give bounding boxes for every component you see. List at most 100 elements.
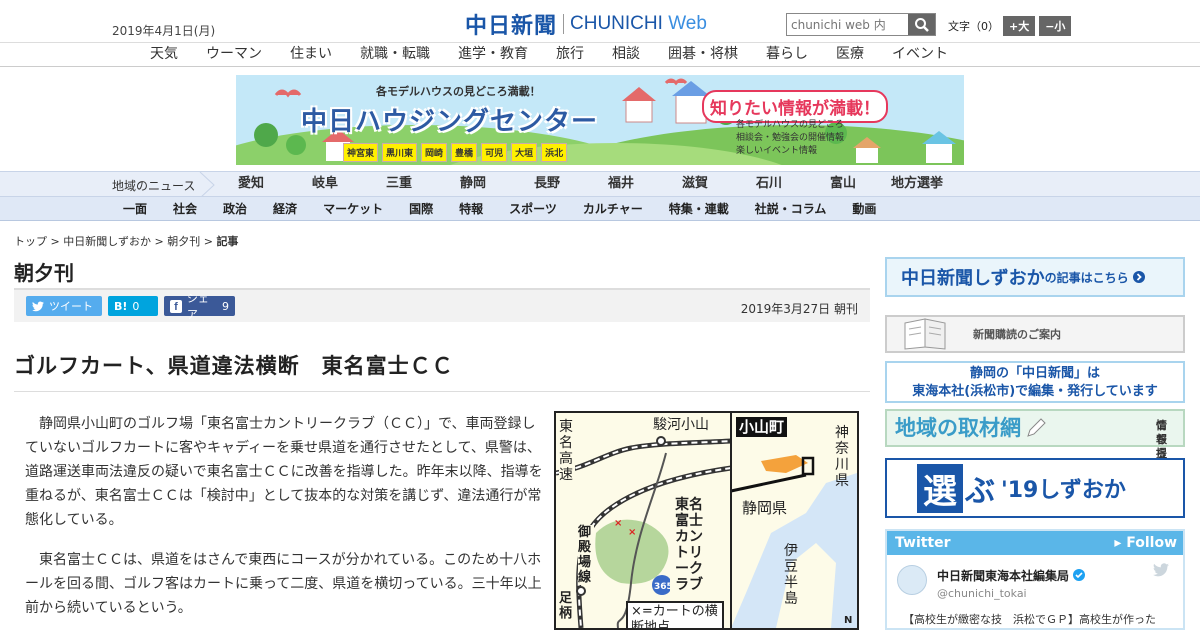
font-smaller-button[interactable]: −小 [1039,16,1072,36]
breadcrumb-shizuoka[interactable]: 中日新聞しずおか [63,235,151,248]
banner-tag: 神宮東 [343,143,379,162]
local-news-network-link[interactable]: 地域の取材網 情報提供はこちらへ [885,409,1185,488]
search-button[interactable] [908,14,935,35]
topnav-go-shogi[interactable]: 囲碁・将棋 [654,43,752,66]
tokai-hq-link[interactable]: 静岡の「中日新聞」は 東海本社(浜松市)で編集・発行しています [885,361,1185,403]
cat-front[interactable]: 一面 [110,197,160,220]
banner-list-item: 楽しいイベント情報 [736,146,818,156]
map-label-shizuoka: 静岡県 [742,499,788,517]
article-body: 静岡県小山町のゴルフ場「東名富士カントリークラブ（ＣＣ）」で、車両登録していない… [25,412,545,636]
region-mie[interactable]: 三重 [362,172,436,196]
verified-icon [1073,569,1086,581]
north-arrow-label: N [844,615,852,626]
site-search [786,13,936,36]
subscribe-title: 新聞購読 [973,328,1017,341]
region-aichi[interactable]: 愛知 [214,172,288,196]
headline-divider [14,391,870,392]
shizuoka-link-sub: の記事はこちら [1044,270,1129,285]
map-label-club: 東名富士カントリークラブ [670,497,708,593]
topnav-travel[interactable]: 旅行 [542,43,598,66]
shizuoka-link-title: 中日新聞しずおか [901,268,1045,289]
top-nav: 天気 ウーマン 住まい 就職・転職 進学・教育 旅行 相談 囲碁・将棋 暮らし … [0,43,1200,67]
banner-list-item: 各モデルハウスの見どころ [736,120,844,130]
breadcrumb-separator: > [203,235,213,248]
banner-tags: 神宮東 黒川東 岡崎 豊橋 可児 大垣 浜北 [343,143,568,162]
banner-tag: 大垣 [511,143,538,162]
cat-culture[interactable]: カルチャー [570,197,656,220]
election-rest: ぶ [965,474,995,509]
cat-society[interactable]: 社会 [160,197,210,220]
region-local-election[interactable]: 地方選挙 [880,172,954,196]
facebook-share-count: 9 [222,299,229,313]
circle-arrow-icon [1132,271,1145,283]
region-gifu[interactable]: 岐阜 [288,172,362,196]
font-size-label: 文字（0） [948,20,999,33]
map-label-station: 駿河小山 [651,417,711,433]
cat-market[interactable]: マーケット [310,197,396,220]
current-date: 2019年4月1日(月) [112,24,216,38]
breadcrumb: トップ > 中日新聞しずおか > 朝夕刊 > 記事 [14,233,238,249]
twitter-widget-title: Twitter [895,535,951,551]
banner-tag: 浜北 [541,143,568,162]
region-toyama[interactable]: 富山 [806,172,880,196]
map-label-line: 御殿場線 [578,525,594,585]
breadcrumb-top[interactable]: トップ [14,235,47,248]
article-paragraph: 東名富士ＣＣは、県道をはさんで東西にコースが分かれている。このため十八ホールを回… [25,552,542,616]
cat-special-report[interactable]: 特報 [446,197,496,220]
topnav-housing[interactable]: 住まい [276,43,346,66]
facebook-share-button[interactable]: f シェア 9 [164,292,235,321]
twitter-follow-button[interactable]: ▸ Follow [1114,535,1177,551]
search-input[interactable] [787,14,908,35]
font-larger-button[interactable]: +大 [1003,16,1036,36]
region-shiga[interactable]: 滋賀 [658,172,732,196]
breadcrumb-separator: > [50,235,60,248]
cat-sports[interactable]: スポーツ [496,197,570,220]
pen-icon [1027,418,1046,437]
tweet-label: ツイート [49,300,93,313]
breadcrumb-edition[interactable]: 朝夕刊 [167,235,200,248]
logo-jp-text: 中日新聞 [465,13,558,39]
cat-international[interactable]: 国際 [396,197,446,220]
topnav-events[interactable]: イベント [878,43,962,66]
article-map[interactable]: × × 365 N 駿河小山 東名高速 東名富士カントリークラブ 御殿場線 足柄… [554,411,859,630]
hatena-bookmark-button[interactable]: B! 0 [108,296,158,316]
tokai-hq-line2: 東海本社(浜松市)で編集・発行しています [912,384,1158,399]
subscribe-link[interactable]: 新聞購読 のご案内 [885,315,1185,353]
twitter-account-name[interactable]: 中日新聞東海本社編集局 [937,567,1086,584]
logo-en-text: CHUNICHI Web [570,13,707,34]
cat-politics[interactable]: 政治 [210,197,260,220]
cat-video[interactable]: 動画 [839,197,889,220]
topnav-living[interactable]: 暮らし [752,43,822,66]
font-size-control: 文字（0） +大 −小 [948,16,1072,36]
region-fukui[interactable]: 福井 [584,172,658,196]
cat-economy[interactable]: 経済 [260,197,310,220]
region-ishikawa[interactable]: 石川 [732,172,806,196]
banner-tag: 可児 [481,143,508,162]
topnav-consult[interactable]: 相談 [598,43,654,66]
region-nagano[interactable]: 長野 [510,172,584,196]
shizuoka-articles-link[interactable]: 中日新聞しずおか の記事はこちら [885,257,1185,297]
hatena-icon: B! [114,299,128,313]
cat-features[interactable]: 特集・連載 [656,197,742,220]
regional-nav-label: 地域のニュース [112,179,196,193]
topnav-woman[interactable]: ウーマン [192,43,276,66]
topnav-medical[interactable]: 医療 [822,43,878,66]
region-shizuoka[interactable]: 静岡 [436,172,510,196]
local-news-title: 地域の取材網 [895,416,1021,440]
election-2019-banner[interactable]: 選 ぶ '19しずおか [885,458,1185,518]
map-label-expressway: 東名高速 [559,419,575,483]
avatar[interactable] [897,565,927,595]
cat-editorial[interactable]: 社説・コラム [742,197,840,220]
tokai-hq-line1: 静岡の「中日新聞」は [969,366,1100,381]
tweet-button[interactable]: ツイート [26,296,102,316]
topnav-education[interactable]: 進学・教育 [444,43,542,66]
topnav-weather[interactable]: 天気 [136,43,192,66]
housing-center-banner[interactable]: 各モデルハウスの見どころ満載！ 中日ハウジングセンター 知りたい情報が満載！ 各… [236,75,964,165]
twitter-handle[interactable]: @chunichi_tokai [937,587,1027,600]
twitter-widget-header: Twitter ▸ Follow [887,531,1183,555]
follow-arrow-icon: ▸ [1114,535,1127,551]
map-label-izu: 伊豆半島 [784,543,798,607]
banner-list-item: 相談会・勉強会の開催情報 [736,133,845,143]
site-logo[interactable]: 中日新聞 CHUNICHI Web [465,8,707,40]
topnav-jobs[interactable]: 就職・転職 [346,43,444,66]
